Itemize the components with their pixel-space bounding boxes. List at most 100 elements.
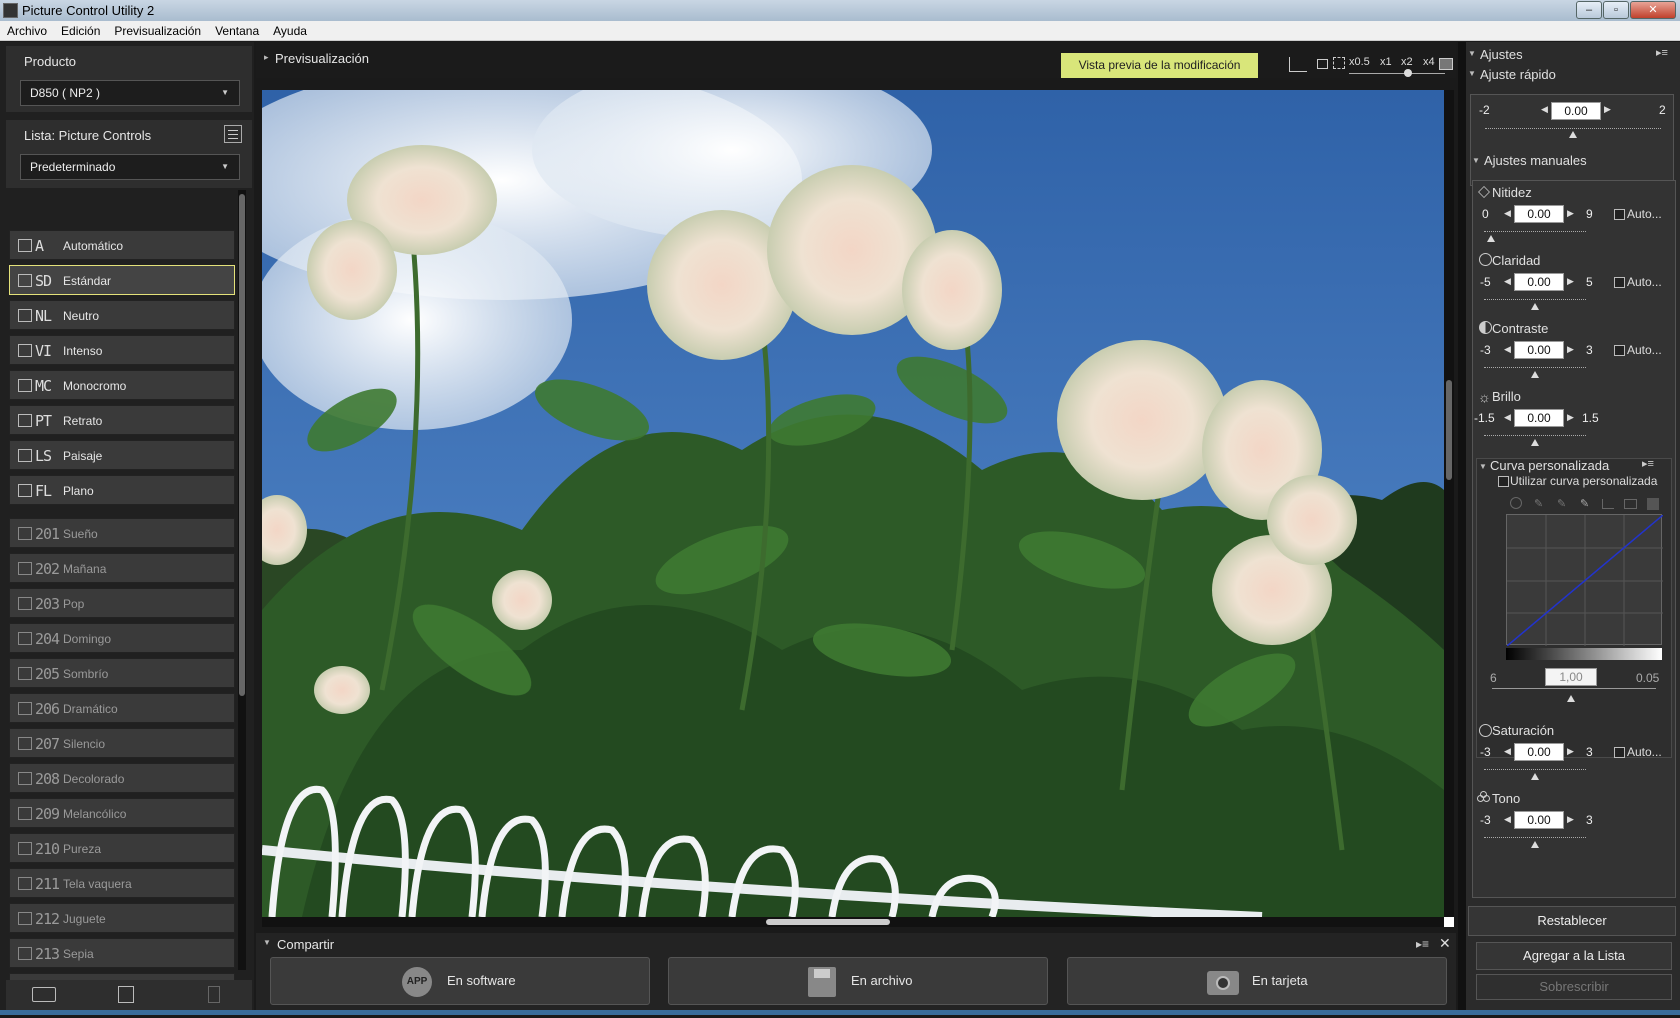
zoom-x4[interactable]: x4 bbox=[1423, 56, 1435, 68]
pc-item[interactable]: NL Neutro bbox=[9, 300, 235, 330]
share-close-icon[interactable]: ✕ bbox=[1439, 935, 1451, 952]
share-collapse-icon[interactable]: ▼ bbox=[263, 938, 271, 947]
curve-channel-icon[interactable] bbox=[1510, 497, 1522, 509]
tono-slider-thumb[interactable] bbox=[1531, 841, 1539, 848]
contraste-slider-track[interactable] bbox=[1484, 362, 1586, 368]
eyedropper-gray-icon[interactable]: ✎ bbox=[1557, 497, 1566, 510]
pc-item[interactable]: MC Monocromo bbox=[9, 370, 235, 400]
pc-custom-item[interactable]: 212 Juguete bbox=[9, 903, 235, 933]
zoom-x05[interactable]: x0.5 bbox=[1349, 56, 1370, 68]
pc-custom-item[interactable]: 203 Pop bbox=[9, 588, 235, 618]
export-file-icon[interactable] bbox=[118, 986, 134, 1003]
tono-decrease-arrow[interactable]: ◀ bbox=[1504, 814, 1511, 825]
claridad-value-input[interactable]: 0.00 bbox=[1514, 273, 1564, 291]
reset-button[interactable]: Restablecer bbox=[1468, 906, 1676, 936]
saturacion-slider-track[interactable] bbox=[1484, 764, 1586, 770]
saturacion-decrease-arrow[interactable]: ◀ bbox=[1504, 746, 1511, 757]
fit-icon[interactable] bbox=[1317, 59, 1328, 69]
brillo-slider-thumb[interactable] bbox=[1531, 439, 1539, 446]
menu-archivo[interactable]: Archivo bbox=[0, 21, 54, 41]
pc-custom-item[interactable]: 207 Silencio bbox=[9, 728, 235, 758]
preview-vscroll-thumb[interactable] bbox=[1446, 380, 1452, 480]
pc-custom-item[interactable]: 205 Sombrío bbox=[9, 658, 235, 688]
saturacion-slider-thumb[interactable] bbox=[1531, 773, 1539, 780]
tone-curve-graph[interactable] bbox=[1506, 514, 1664, 647]
maximize-button[interactable]: ▫ bbox=[1603, 1, 1629, 19]
share-software-button[interactable]: APP En software bbox=[270, 957, 650, 1005]
claridad-auto-checkbox[interactable] bbox=[1614, 277, 1625, 288]
histogram-icon[interactable] bbox=[1289, 57, 1307, 72]
brillo-decrease-arrow[interactable]: ◀ bbox=[1504, 412, 1511, 423]
minimize-button[interactable]: – bbox=[1576, 1, 1602, 19]
nitidez-slider-track[interactable] bbox=[1484, 226, 1586, 232]
overwrite-button[interactable]: Sobrescribir bbox=[1476, 974, 1672, 1000]
eyedropper-black-icon[interactable]: ✎ bbox=[1534, 497, 1543, 510]
quick-slider-track[interactable] bbox=[1485, 123, 1661, 129]
list-dropdown[interactable]: Predeterminado bbox=[20, 154, 240, 180]
list-scrollbar[interactable] bbox=[238, 190, 246, 970]
use-curve-checkbox[interactable] bbox=[1498, 476, 1509, 487]
preview-hscroll[interactable] bbox=[262, 917, 1444, 927]
saturacion-auto-checkbox[interactable] bbox=[1614, 747, 1625, 758]
brillo-slider-track[interactable] bbox=[1484, 430, 1586, 436]
quick-slider-thumb[interactable] bbox=[1569, 131, 1577, 138]
contraste-decrease-arrow[interactable]: ◀ bbox=[1504, 344, 1511, 355]
menu-ventana[interactable]: Ventana bbox=[208, 21, 266, 41]
curve-open-icon[interactable] bbox=[1624, 499, 1637, 509]
nitidez-increase-arrow[interactable]: ▶ bbox=[1567, 208, 1574, 219]
claridad-decrease-arrow[interactable]: ◀ bbox=[1504, 276, 1511, 287]
focus-point-icon[interactable] bbox=[1333, 57, 1345, 69]
pc-custom-item[interactable]: 211 Tela vaquera bbox=[9, 868, 235, 898]
saturacion-increase-arrow[interactable]: ▶ bbox=[1567, 746, 1574, 757]
zoom-x1[interactable]: x1 bbox=[1380, 56, 1392, 68]
contraste-auto-checkbox[interactable] bbox=[1614, 345, 1625, 356]
pc-item[interactable]: A Automático bbox=[9, 230, 235, 260]
pc-item[interactable]: FL Plano bbox=[9, 475, 235, 505]
delete-icon[interactable] bbox=[208, 986, 220, 1003]
list-options-icon[interactable] bbox=[224, 125, 242, 143]
quick-increase-arrow[interactable]: ▶ bbox=[1604, 104, 1611, 115]
tono-increase-arrow[interactable]: ▶ bbox=[1567, 814, 1574, 825]
close-window-button[interactable]: ✕ bbox=[1630, 1, 1676, 19]
contraste-value-input[interactable]: 0.00 bbox=[1514, 341, 1564, 359]
pc-custom-item[interactable]: 213 Sepia bbox=[9, 938, 235, 968]
pc-item[interactable]: VI Intenso bbox=[9, 335, 235, 365]
list-scroll-thumb[interactable] bbox=[239, 194, 245, 696]
menu-edicion[interactable]: Edición bbox=[54, 21, 107, 41]
saturacion-value-input[interactable]: 0.00 bbox=[1514, 743, 1564, 761]
curve-collapse-icon[interactable]: ▼ bbox=[1479, 462, 1487, 471]
pc-custom-item[interactable]: 201 Sueño bbox=[9, 518, 235, 548]
product-dropdown[interactable]: D850 ( NP2 ) bbox=[20, 80, 240, 106]
contraste-increase-arrow[interactable]: ▶ bbox=[1567, 344, 1574, 355]
brillo-value-input[interactable]: 0.00 bbox=[1514, 409, 1564, 427]
pc-custom-item[interactable]: 208 Decolorado bbox=[9, 763, 235, 793]
preview-vscroll[interactable] bbox=[1444, 90, 1454, 917]
manual-collapse-icon[interactable]: ▼ bbox=[1472, 156, 1480, 165]
claridad-slider-thumb[interactable] bbox=[1531, 303, 1539, 310]
share-options-icon[interactable]: ▸≡ bbox=[1416, 937, 1429, 951]
menu-ayuda[interactable]: Ayuda bbox=[266, 21, 314, 41]
pc-custom-item[interactable]: 204 Domingo bbox=[9, 623, 235, 653]
curve-histogram-icon[interactable] bbox=[1602, 499, 1614, 509]
pc-custom-item[interactable]: 202 Mañana bbox=[9, 553, 235, 583]
import-folder-icon[interactable] bbox=[32, 987, 56, 1002]
tono-value-input[interactable]: 0.00 bbox=[1514, 811, 1564, 829]
nitidez-value-input[interactable]: 0.00 bbox=[1514, 205, 1564, 223]
share-card-button[interactable]: En tarjeta bbox=[1067, 957, 1447, 1005]
pc-item[interactable]: SD Estándar bbox=[9, 265, 235, 295]
brillo-increase-arrow[interactable]: ▶ bbox=[1567, 412, 1574, 423]
claridad-slider-track[interactable] bbox=[1484, 294, 1586, 300]
pc-custom-item[interactable]: 210 Pureza bbox=[9, 833, 235, 863]
right-splitter[interactable] bbox=[1458, 42, 1466, 1015]
pc-custom-item[interactable]: 209 Melancólico bbox=[9, 798, 235, 828]
gamma-slider-track[interactable] bbox=[1492, 688, 1656, 689]
preview-image[interactable] bbox=[262, 90, 1444, 917]
claridad-increase-arrow[interactable]: ▶ bbox=[1567, 276, 1574, 287]
zoom-slider[interactable] bbox=[1349, 73, 1445, 74]
zoom-x2[interactable]: x2 bbox=[1401, 56, 1413, 68]
share-file-button[interactable]: En archivo bbox=[668, 957, 1048, 1005]
pc-custom-item[interactable]: 206 Dramático bbox=[9, 693, 235, 723]
tono-slider-track[interactable] bbox=[1484, 832, 1586, 838]
preview-modification-button[interactable]: Vista previa de la modificación bbox=[1061, 53, 1258, 78]
quick-value-input[interactable]: 0.00 bbox=[1551, 102, 1601, 120]
